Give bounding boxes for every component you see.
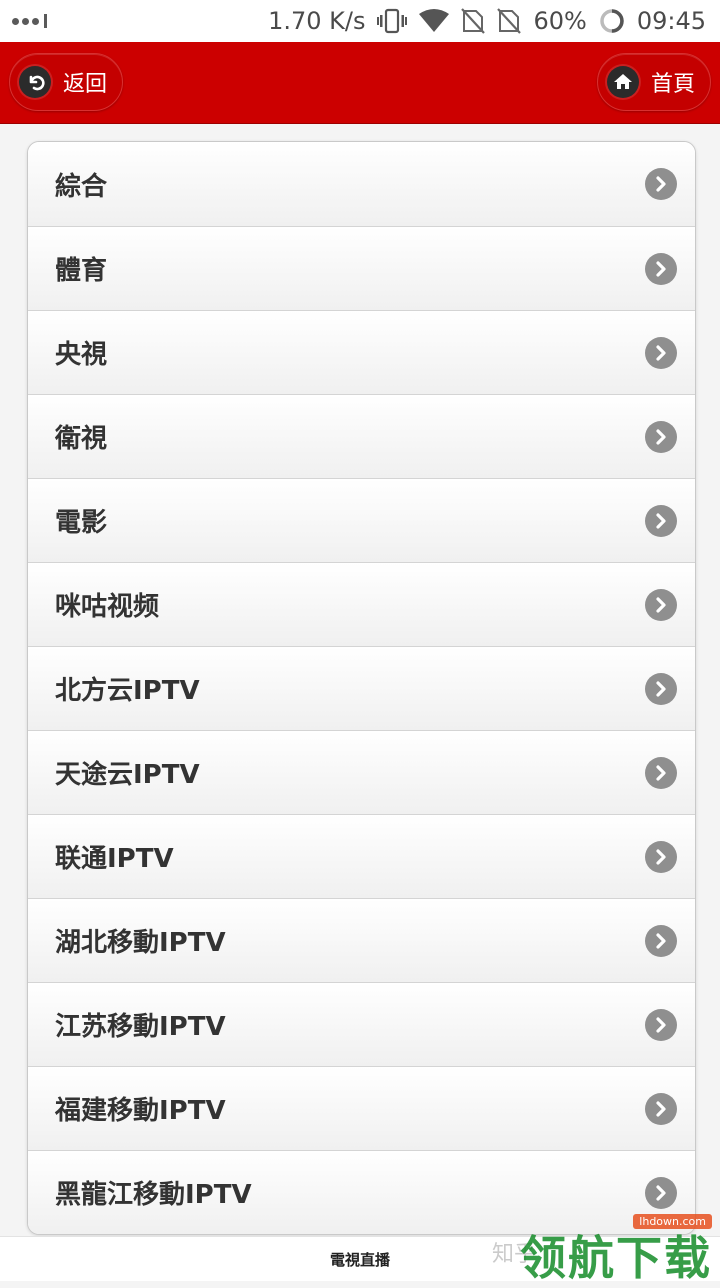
back-arrow-icon (19, 66, 51, 98)
header-bar: 返回 首頁 (0, 42, 720, 124)
chevron-right-icon (645, 924, 677, 957)
list-item[interactable]: 綜合 (28, 142, 695, 226)
chevron-right-icon (645, 756, 677, 789)
home-button-label: 首頁 (651, 72, 696, 97)
chevron-right-icon (645, 672, 677, 705)
status-bar: 1.70 K/s 60% 09:45 (0, 0, 720, 42)
chevron-right-icon (645, 168, 677, 200)
back-button[interactable]: 返回 (9, 53, 123, 111)
chevron-right-icon (645, 1092, 677, 1125)
battery-percent: 60% (533, 7, 587, 35)
network-speed: 1.70 K/s (268, 7, 366, 35)
chevron-right-icon (645, 1008, 677, 1041)
list-item[interactable]: 咪咕视频 (28, 562, 695, 646)
battery-ring-icon (599, 8, 625, 34)
list-item[interactable]: 联通IPTV (28, 814, 695, 898)
list-item[interactable]: 天途云IPTV (28, 730, 695, 814)
vibrate-icon (377, 8, 408, 34)
list-item-label: 電影 (55, 508, 108, 538)
clock: 09:45 (636, 7, 706, 35)
list-item-label: 北方云IPTV (55, 676, 200, 706)
list-item-label: 黑龍江移動IPTV (55, 1180, 252, 1210)
list-item-label: 體育 (55, 256, 108, 286)
home-icon (607, 66, 639, 98)
list-item-label: 联通IPTV (55, 844, 174, 874)
list-item-label: 綜合 (55, 171, 108, 202)
footer-title: 電視直播 (329, 1250, 390, 1269)
list-item-label: 福建移動IPTV (55, 1096, 226, 1126)
chevron-right-icon (645, 336, 677, 369)
list-item-label: 央視 (55, 340, 108, 370)
chevron-right-icon (645, 840, 677, 873)
chevron-right-icon (645, 504, 677, 537)
list-item[interactable]: 體育 (28, 226, 695, 310)
channel-category-list: 綜合 體育 央視 衛視 電影 咪咕视频 北方云IPTV 天途云IPTV 联通IP… (27, 141, 696, 1235)
chevron-right-icon (645, 420, 677, 453)
list-item-label: 江苏移動IPTV (55, 1012, 226, 1042)
list-item[interactable]: 黑龍江移動IPTV (28, 1150, 695, 1234)
list-item-label: 湖北移動IPTV (55, 928, 226, 958)
status-left (12, 14, 47, 28)
list-item-label: 咪咕视频 (55, 592, 160, 622)
list-item[interactable]: 央視 (28, 310, 695, 394)
list-item[interactable]: 衛視 (28, 394, 695, 478)
list-item[interactable]: 電影 (28, 478, 695, 562)
no-sim-icon (461, 8, 486, 34)
list-item-label: 天途云IPTV (55, 760, 200, 790)
chevron-right-icon (645, 1176, 677, 1209)
list-item[interactable]: 北方云IPTV (28, 646, 695, 730)
chevron-right-icon (645, 588, 677, 621)
wifi-icon (419, 9, 450, 33)
list-item[interactable]: 江苏移動IPTV (28, 982, 695, 1066)
list-item-label: 衛視 (55, 424, 108, 454)
home-button[interactable]: 首頁 (597, 53, 711, 111)
footer-bar: 電視直播 (0, 1236, 720, 1281)
back-button-label: 返回 (63, 72, 108, 97)
chevron-right-icon (645, 252, 677, 285)
status-right: 1.70 K/s 60% 09:45 (268, 7, 706, 35)
list-item[interactable]: 湖北移動IPTV (28, 898, 695, 982)
no-sim-icon-2 (497, 8, 522, 34)
signal-dots-icon (12, 14, 47, 28)
list-item[interactable]: 福建移動IPTV (28, 1066, 695, 1150)
